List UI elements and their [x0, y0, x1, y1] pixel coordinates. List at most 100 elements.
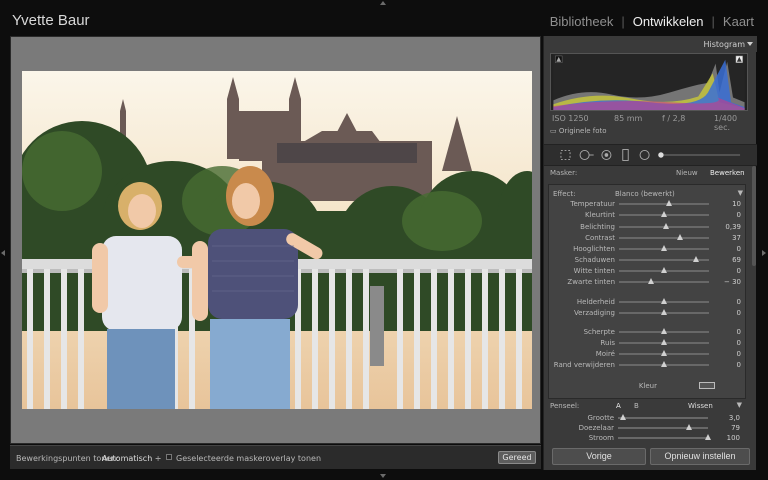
reset-button[interactable]: Opnieuw instellen	[650, 448, 750, 465]
slider-knob[interactable]	[661, 309, 667, 315]
brush-b-button[interactable]: B	[634, 402, 639, 410]
module-map[interactable]: Kaart	[723, 14, 754, 29]
slider-value[interactable]: 0,39	[725, 223, 741, 231]
slider-knob[interactable]	[661, 339, 667, 345]
effect-dropdown-icon[interactable]: ▼	[738, 189, 743, 197]
slider-value[interactable]: 100	[727, 434, 740, 442]
slider-label: Helderheid	[576, 298, 615, 306]
slider-value[interactable]: 79	[731, 424, 740, 432]
slider-row[interactable]: Scherpte 0	[549, 327, 747, 337]
right-panel: Histogram ISO 1250 85 mm f / 2,8 1/400 s…	[543, 36, 757, 470]
slider-value[interactable]: − 30	[724, 278, 741, 286]
slider-label: Kleurtint	[584, 211, 615, 219]
overlay-checkbox[interactable]	[166, 454, 172, 460]
histogram-chart[interactable]	[550, 53, 748, 111]
slider-value[interactable]: 0	[737, 361, 741, 369]
slider-value[interactable]: 37	[732, 234, 741, 242]
left-panel-toggle-icon[interactable]	[1, 250, 5, 256]
slider-row[interactable]: Hooglichten 0	[549, 244, 747, 254]
slider-row[interactable]: Witte tinten 0	[549, 266, 747, 276]
slider-track[interactable]	[618, 427, 708, 429]
slider-row[interactable]: Ruis 0	[549, 338, 747, 348]
slider-knob[interactable]	[661, 211, 667, 217]
slider-track[interactable]	[618, 437, 708, 439]
slider-knob[interactable]	[661, 298, 667, 304]
slider-track[interactable]	[619, 203, 709, 205]
overlay-label: Geselecteerde maskeroverlay tonen	[176, 454, 322, 463]
top-panel-toggle-icon[interactable]	[380, 1, 386, 5]
aperture-value: f / 2,8	[662, 114, 686, 123]
slider-value[interactable]: 3,0	[729, 414, 740, 422]
slider-knob[interactable]	[647, 278, 654, 284]
adjustment-brush-icon[interactable]	[658, 152, 741, 158]
slider-row[interactable]: Schaduwen 69	[549, 255, 747, 265]
spot-removal-icon[interactable]	[579, 150, 594, 160]
photo-preview[interactable]	[22, 71, 532, 409]
slider-knob[interactable]	[662, 223, 669, 229]
red-eye-icon[interactable]	[601, 150, 612, 160]
slider-knob[interactable]	[661, 245, 667, 251]
mask-edit-button[interactable]: Bewerken	[710, 169, 745, 177]
slider-value[interactable]: 0	[737, 245, 741, 253]
panel-scrollbar[interactable]	[752, 166, 756, 266]
slider-row[interactable]: Moiré 0	[549, 349, 747, 359]
pins-select[interactable]: Automatisch ÷	[102, 454, 162, 463]
slider-row[interactable]: Rand verwijderen 0	[549, 360, 747, 370]
slider-row[interactable]: Belichting 0,39	[549, 222, 747, 232]
slider-knob[interactable]	[692, 256, 699, 262]
module-develop[interactable]: Ontwikkelen	[633, 14, 704, 29]
slider-row[interactable]: Zwarte tinten − 30	[549, 277, 747, 287]
slider-row[interactable]: Verzadiging 0	[549, 308, 747, 318]
slider-label: Contrast	[585, 234, 615, 242]
brush-erase-button[interactable]: Wissen	[688, 402, 713, 410]
slider-row[interactable]: Contrast 37	[549, 233, 747, 243]
slider-value[interactable]: 0	[737, 267, 741, 275]
slider-knob[interactable]	[661, 267, 667, 273]
slider-track[interactable]	[618, 417, 708, 419]
slider-track[interactable]	[619, 281, 709, 283]
brush-dropdown-icon[interactable]: ▼	[737, 401, 742, 409]
slider-value[interactable]: 0	[737, 309, 741, 317]
slider-knob[interactable]	[686, 424, 693, 430]
slider-track[interactable]	[619, 237, 709, 239]
crop-icon[interactable]	[560, 150, 571, 160]
slider-row[interactable]: Kleurtint 0	[549, 210, 747, 220]
slider-knob[interactable]	[705, 434, 711, 440]
previous-button[interactable]: Vorige	[552, 448, 646, 465]
module-library[interactable]: Bibliotheek	[550, 14, 614, 29]
collapse-icon[interactable]	[747, 42, 753, 46]
mask-new-button[interactable]: Nieuw	[676, 169, 698, 177]
histogram-header[interactable]: Histogram	[544, 36, 757, 52]
image-canvas[interactable]	[10, 36, 541, 444]
effect-select[interactable]: Blanco (bewerkt)	[615, 190, 675, 198]
slider-value[interactable]: 10	[732, 200, 741, 208]
slider-knob[interactable]	[661, 350, 667, 356]
slider-knob[interactable]	[619, 414, 626, 420]
original-photo-toggle[interactable]: ▭ Originele foto	[550, 127, 607, 135]
bottom-panel-toggle-icon[interactable]	[380, 474, 386, 478]
brush-a-button[interactable]: A	[616, 402, 621, 410]
slider-knob[interactable]	[661, 328, 667, 334]
done-button[interactable]: Gereed	[498, 451, 536, 464]
radial-filter-icon[interactable]	[639, 150, 650, 160]
brush-slider-row[interactable]: Doezelaar 79	[548, 423, 746, 433]
slider-knob[interactable]	[665, 200, 672, 206]
slider-value[interactable]: 0	[737, 339, 741, 347]
slider-value[interactable]: 0	[737, 350, 741, 358]
brush-section: Penseel: A B Wissen ▼ Grootte 3,0 Doezelaa…	[548, 401, 746, 443]
slider-knob[interactable]	[661, 361, 667, 367]
slider-value[interactable]: 0	[737, 298, 741, 306]
brush-slider-row[interactable]: Grootte 3,0	[548, 413, 746, 423]
slider-value[interactable]: 69	[732, 256, 741, 264]
brush-slider-row[interactable]: Stroom 100	[548, 433, 746, 443]
graduated-filter-icon[interactable]	[622, 149, 629, 161]
slider-row[interactable]: Temperatuur 10	[549, 199, 747, 209]
slider-value[interactable]: 0	[737, 328, 741, 336]
slider-row[interactable]: Helderheid 0	[549, 297, 747, 307]
effect-label: Effect:	[553, 190, 576, 198]
color-row[interactable]: Kleur	[549, 381, 747, 391]
color-swatch-icon[interactable]	[699, 382, 715, 389]
right-panel-toggle-icon[interactable]	[762, 250, 766, 256]
slider-knob[interactable]	[677, 234, 684, 240]
slider-value[interactable]: 0	[737, 211, 741, 219]
